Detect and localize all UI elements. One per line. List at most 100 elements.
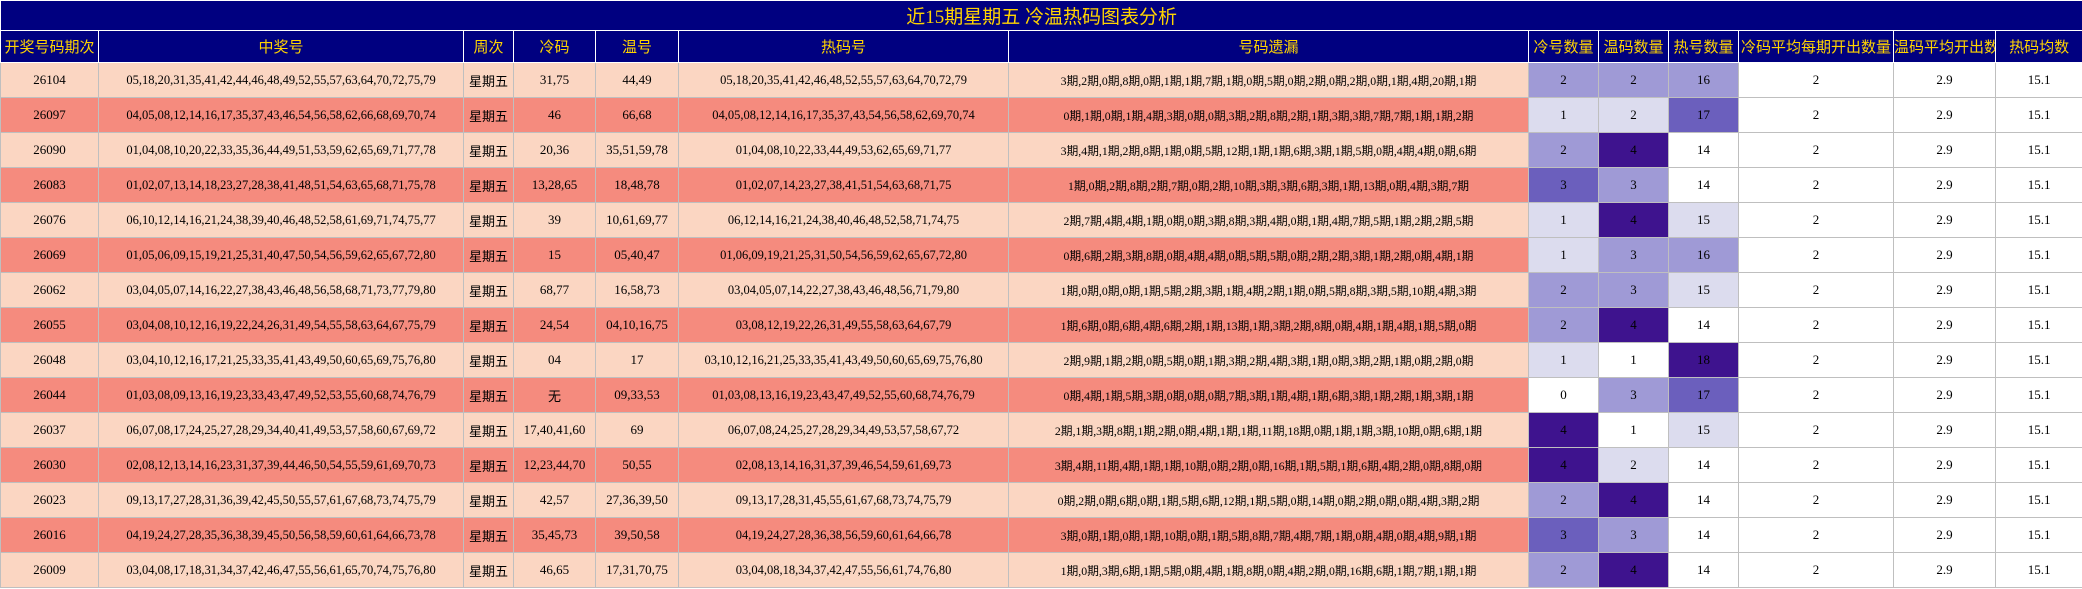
- cold-numbers-cell: 46,65: [513, 552, 596, 588]
- table-row: 26090 01,04,08,10,20,22,33,35,36,44,49,51…: [0, 132, 2082, 168]
- hot-numbers-cell: 06,12,14,16,21,24,38,40,46,48,52,58,71,7…: [678, 202, 1009, 238]
- warm-count-cell: 3: [1598, 237, 1669, 273]
- hot-numbers-cell: 01,02,07,14,23,27,38,41,51,54,63,68,71,7…: [678, 167, 1009, 203]
- hot-numbers-cell: 01,03,08,13,16,19,23,43,47,49,52,55,60,6…: [678, 377, 1009, 413]
- weekday-cell: 星期五: [463, 97, 514, 133]
- omission-cell: 3期,0期,1期,0期,1期,10期,0期,1期,5期,8期,7期,4期,7期,…: [1008, 517, 1529, 553]
- warm-average-cell: 2.9: [1893, 412, 1996, 448]
- column-header: 热码号: [678, 30, 1009, 63]
- cold-count-cell: 1: [1528, 97, 1599, 133]
- hot-count-cell: 14: [1668, 447, 1739, 483]
- omission-cell: 0期,6期,2期,3期,8期,0期,4期,4期,0期,5期,5期,0期,2期,2…: [1008, 237, 1529, 273]
- cold-count-cell: 1: [1528, 342, 1599, 378]
- cold-count-cell: 4: [1528, 412, 1599, 448]
- warm-count-cell: 4: [1598, 307, 1669, 343]
- issue-cell: 26037: [0, 412, 99, 448]
- weekday-cell: 星期五: [463, 62, 514, 98]
- omission-cell: 1期,0期,0期,0期,1期,5期,2期,3期,1期,4期,2期,1期,0期,5…: [1008, 272, 1529, 308]
- warm-average-cell: 2.9: [1893, 307, 1996, 343]
- winning-numbers-cell: 03,04,08,10,12,16,19,22,24,26,31,49,54,5…: [98, 307, 464, 343]
- hot-numbers-cell: 03,04,05,07,14,22,27,38,43,46,48,56,71,7…: [678, 272, 1009, 308]
- column-header: 热码均数: [1994, 30, 2082, 63]
- weekday-cell: 星期五: [463, 202, 514, 238]
- warm-numbers-cell: 17,31,70,75: [595, 552, 679, 588]
- table-row: 26062 03,04,05,07,14,16,22,27,38,43,46,48…: [0, 272, 2082, 308]
- hot-count-cell: 15: [1668, 202, 1739, 238]
- table-row: 26023 09,13,17,27,28,31,36,39,42,45,50,55…: [0, 482, 2082, 518]
- omission-cell: 3期,2期,0期,8期,0期,1期,1期,7期,1期,0期,5期,0期,2期,0…: [1008, 62, 1529, 98]
- column-header: 温码数量: [1598, 30, 1669, 63]
- cold-count-cell: 2: [1528, 482, 1599, 518]
- cold-count-cell: 1: [1528, 202, 1599, 238]
- issue-cell: 26090: [0, 132, 99, 168]
- table-row: 26069 01,05,06,09,15,19,21,25,31,40,47,50…: [0, 237, 2082, 273]
- cold-numbers-cell: 68,77: [513, 272, 596, 308]
- column-header: 中奖号: [98, 30, 464, 63]
- cold-count-cell: 3: [1528, 517, 1599, 553]
- warm-numbers-cell: 04,10,16,75: [595, 307, 679, 343]
- weekday-cell: 星期五: [463, 237, 514, 273]
- warm-count-cell: 2: [1598, 447, 1669, 483]
- warm-average-cell: 2.9: [1893, 167, 1996, 203]
- warm-count-cell: 4: [1598, 202, 1669, 238]
- hot-numbers-cell: 04,19,24,27,28,36,38,56,59,60,61,64,66,7…: [678, 517, 1009, 553]
- cold-count-cell: 2: [1528, 307, 1599, 343]
- table-row: 26104 05,18,20,31,35,41,42,44,46,48,49,52…: [0, 62, 2082, 98]
- weekday-cell: 星期五: [463, 307, 514, 343]
- table-row: 26076 06,10,12,14,16,21,24,38,39,40,46,48…: [0, 202, 2082, 238]
- warm-numbers-cell: 44,49: [595, 62, 679, 98]
- hot-count-cell: 15: [1668, 272, 1739, 308]
- winning-numbers-cell: 01,03,08,09,13,16,19,23,33,43,47,49,52,5…: [98, 377, 464, 413]
- issue-cell: 26044: [0, 377, 99, 413]
- table-row: 26016 04,19,24,27,28,35,36,38,39,45,50,56…: [0, 517, 2082, 553]
- omission-cell: 0期,4期,1期,5期,3期,0期,0期,0期,7期,3期,1期,4期,1期,6…: [1008, 377, 1529, 413]
- column-header: 周次: [463, 30, 514, 63]
- hot-average-cell: 15.1: [1994, 482, 2082, 518]
- warm-numbers-cell: 05,40,47: [595, 237, 679, 273]
- table-row: 26048 03,04,10,12,16,17,21,25,33,35,41,43…: [0, 342, 2082, 378]
- table-row: 26009 03,04,08,17,18,31,34,37,42,46,47,55…: [0, 552, 2082, 588]
- issue-cell: 26076: [0, 202, 99, 238]
- winning-numbers-cell: 01,05,06,09,15,19,21,25,31,40,47,50,54,5…: [98, 237, 464, 273]
- weekday-cell: 星期五: [463, 167, 514, 203]
- warm-count-cell: 4: [1598, 132, 1669, 168]
- winning-numbers-cell: 05,18,20,31,35,41,42,44,46,48,49,52,55,5…: [98, 62, 464, 98]
- hot-count-cell: 14: [1668, 552, 1739, 588]
- table-body: 26104 05,18,20,31,35,41,42,44,46,48,49,52…: [0, 62, 2082, 588]
- hot-average-cell: 15.1: [1994, 97, 2082, 133]
- omission-cell: 0期,1期,0期,1期,4期,3期,0期,0期,3期,2期,8期,2期,1期,3…: [1008, 97, 1529, 133]
- omission-cell: 2期,7期,4期,4期,1期,0期,0期,3期,8期,3期,4期,0期,1期,4…: [1008, 202, 1529, 238]
- warm-average-cell: 2.9: [1893, 132, 1996, 168]
- cold-average-cell: 2: [1738, 517, 1894, 553]
- hot-count-cell: 14: [1668, 167, 1739, 203]
- hot-numbers-cell: 01,06,09,19,21,25,31,50,54,56,59,62,65,6…: [678, 237, 1009, 273]
- issue-cell: 26048: [0, 342, 99, 378]
- cold-count-cell: 2: [1528, 272, 1599, 308]
- warm-numbers-cell: 35,51,59,78: [595, 132, 679, 168]
- column-header: 温码平均开出数: [1893, 30, 1996, 63]
- table-row: 26083 01,02,07,13,14,18,23,27,28,38,41,48…: [0, 167, 2082, 203]
- cold-numbers-cell: 17,40,41,60: [513, 412, 596, 448]
- hot-average-cell: 15.1: [1994, 132, 2082, 168]
- cold-average-cell: 2: [1738, 447, 1894, 483]
- weekday-cell: 星期五: [463, 412, 514, 448]
- warm-numbers-cell: 50,55: [595, 447, 679, 483]
- cold-average-cell: 2: [1738, 307, 1894, 343]
- winning-numbers-cell: 04,19,24,27,28,35,36,38,39,45,50,56,58,5…: [98, 517, 464, 553]
- cold-numbers-cell: 35,45,73: [513, 517, 596, 553]
- weekday-cell: 星期五: [463, 482, 514, 518]
- warm-count-cell: 3: [1598, 167, 1669, 203]
- hot-count-cell: 16: [1668, 62, 1739, 98]
- warm-numbers-cell: 17: [595, 342, 679, 378]
- issue-cell: 26030: [0, 447, 99, 483]
- winning-numbers-cell: 03,04,05,07,14,16,22,27,38,43,46,48,56,5…: [98, 272, 464, 308]
- issue-cell: 26097: [0, 97, 99, 133]
- column-header: 温号: [595, 30, 679, 63]
- warm-count-cell: 3: [1598, 517, 1669, 553]
- hot-numbers-cell: 03,08,12,19,22,26,31,49,55,58,63,64,67,7…: [678, 307, 1009, 343]
- omission-cell: 1期,6期,0期,6期,4期,6期,2期,1期,13期,1期,3期,2期,8期,…: [1008, 307, 1529, 343]
- warm-numbers-cell: 27,36,39,50: [595, 482, 679, 518]
- table-row: 26037 06,07,08,17,24,25,27,28,29,34,40,41…: [0, 412, 2082, 448]
- hot-average-cell: 15.1: [1994, 62, 2082, 98]
- warm-count-cell: 3: [1598, 272, 1669, 308]
